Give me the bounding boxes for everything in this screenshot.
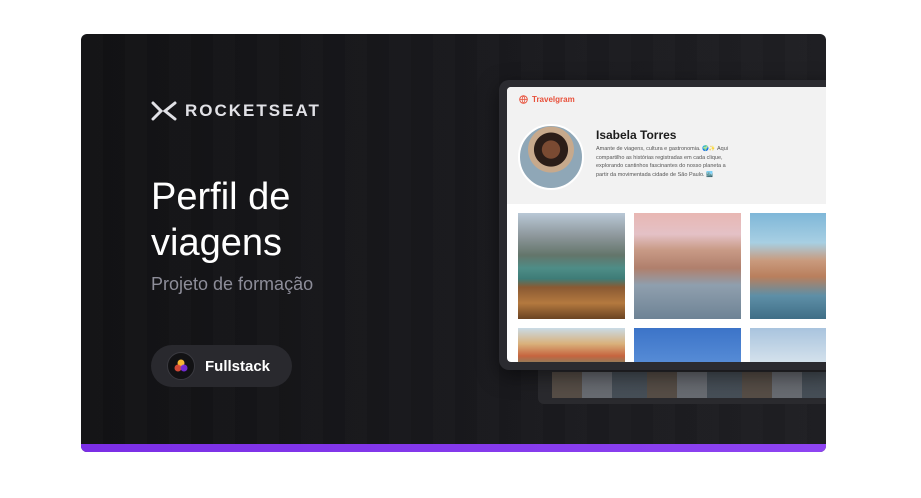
photo-pale-sky <box>750 328 826 362</box>
rocketseat-icon <box>151 101 177 121</box>
accent-bar <box>81 444 826 452</box>
device-base-photos <box>552 372 826 398</box>
photo-rialto-bridge <box>750 213 826 319</box>
profile-bio: Amante de viagens, cultura e gastronomia… <box>596 146 729 178</box>
photo-lake-boat <box>518 213 625 319</box>
title-line-1: Perfil de <box>151 176 291 218</box>
app-screen: Travelgram Isabela Torres Amante de viag… <box>507 87 826 362</box>
logo-text: ROCKETSEAT <box>185 101 321 120</box>
badge-label: Fullstack <box>205 357 271 375</box>
avatar <box>518 124 584 190</box>
profile-name: Isabela Torres <box>596 128 677 142</box>
globe-icon <box>519 95 528 104</box>
page-title: Perfil de viagens <box>151 174 411 266</box>
page-subtitle: Projeto de formação <box>151 274 314 294</box>
photo-venice-canal <box>634 213 741 319</box>
course-card: ROCKETSEAT Perfil de viagens Projeto de … <box>81 34 826 452</box>
rocketseat-logo: ROCKETSEAT <box>151 101 321 121</box>
photo-blue-sky <box>634 328 741 362</box>
laptop-mockup: Travelgram Isabela Torres Amante de viag… <box>499 80 826 370</box>
app-brand: Travelgram <box>519 95 575 104</box>
photo-coastal-village <box>518 328 625 362</box>
profile-header: Travelgram Isabela Torres Amante de viag… <box>507 87 826 204</box>
app-brand-label: Travelgram <box>532 95 575 104</box>
device-base <box>538 364 826 404</box>
track-badge: Fullstack <box>151 345 292 387</box>
fullstack-icon <box>167 352 195 380</box>
title-line-2: viagens <box>151 222 282 264</box>
